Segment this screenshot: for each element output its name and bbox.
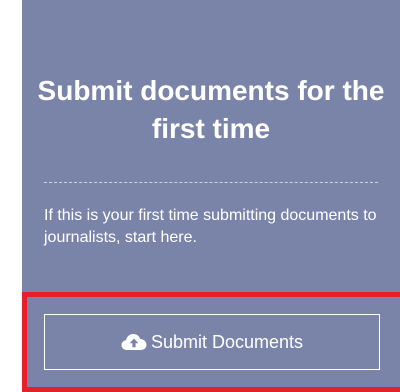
submit-documents-label: Submit Documents: [150, 331, 304, 352]
card-description: If this is your first time submitting do…: [44, 207, 377, 246]
card-title: Submit documents for the first time: [37, 75, 385, 144]
cloud-upload-icon: [121, 334, 147, 350]
card-divider: [44, 182, 378, 183]
submit-documents-button[interactable]: Submit Documents: [44, 314, 380, 370]
